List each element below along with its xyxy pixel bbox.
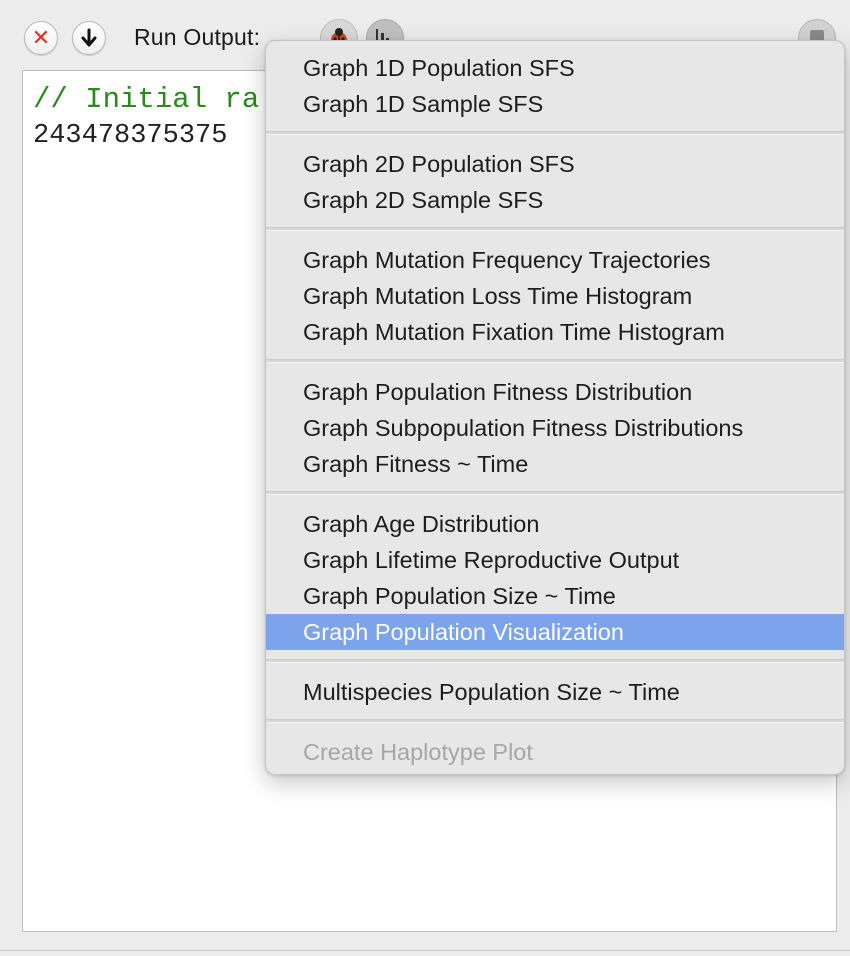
output-comment-line: // Initial ra — [33, 83, 260, 116]
clear-output-button[interactable]: ✕ — [24, 21, 58, 55]
menu-item-graph-population-fitness-distribution[interactable]: Graph Population Fitness Distribution — [266, 374, 844, 410]
menu-item-graph-mutation-frequency-trajectories[interactable]: Graph Mutation Frequency Trajectories — [266, 242, 844, 278]
menu-separator — [266, 719, 844, 723]
menu-item-graph-mutation-fixation-time-histogram[interactable]: Graph Mutation Fixation Time Histogram — [266, 314, 844, 350]
menu-item-graph-population-size-time[interactable]: Graph Population Size ~ Time — [266, 578, 844, 614]
dump-output-button[interactable] — [72, 21, 106, 55]
x-circle-icon: ✕ — [31, 25, 51, 50]
menu-item-create-haplotype-plot: Create Haplotype Plot — [303, 739, 533, 765]
output-value-line: 243478375375 — [33, 121, 228, 151]
menu-item-graph-2d-sample-sfs[interactable]: Graph 2D Sample SFS — [266, 182, 844, 218]
menu-separator — [266, 359, 844, 363]
menu-item-graph-1d-population-sfs[interactable]: Graph 1D Population SFS — [266, 50, 844, 86]
menu-item-multispecies-population-size-time[interactable]: Multispecies Population Size ~ Time — [266, 674, 844, 710]
menu-item-graph-fitness-time[interactable]: Graph Fitness ~ Time — [266, 446, 844, 482]
menu-item-graph-2d-population-sfs[interactable]: Graph 2D Population SFS — [266, 146, 844, 182]
arrow-down-circle-icon — [81, 28, 97, 47]
graph-popup-menu: Graph 1D Population SFS Graph 1D Sample … — [265, 40, 845, 775]
menu-item-graph-mutation-loss-time-histogram[interactable]: Graph Mutation Loss Time Histogram — [266, 278, 844, 314]
slim-window: ✕ Run Output: // Initial ra 243478375375… — [0, 0, 850, 956]
window-bottom-divider — [0, 950, 850, 951]
menu-item-graph-1d-sample-sfs[interactable]: Graph 1D Sample SFS — [266, 86, 844, 122]
menu-separator — [266, 227, 844, 231]
menu-separator — [266, 659, 844, 663]
menu-item-graph-subpopulation-fitness-distributions[interactable]: Graph Subpopulation Fitness Distribution… — [266, 410, 844, 446]
menu-item-graph-population-visualization[interactable]: Graph Population Visualization — [266, 614, 844, 650]
menu-separator — [266, 131, 844, 135]
run-output-label: Run Output: — [134, 24, 261, 50]
menu-separator — [266, 491, 844, 495]
menu-item-graph-age-distribution[interactable]: Graph Age Distribution — [266, 506, 844, 542]
menu-item-graph-lifetime-reproductive-output[interactable]: Graph Lifetime Reproductive Output — [266, 542, 844, 578]
